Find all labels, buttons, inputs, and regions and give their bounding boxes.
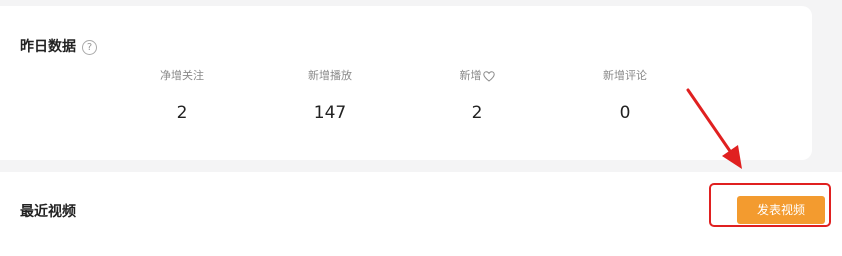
stat-new-comments: 新增评论 0 bbox=[565, 68, 685, 124]
stat-label: 新增评论 bbox=[603, 69, 647, 82]
stat-value: 2 bbox=[176, 103, 188, 123]
yesterday-data-card: 昨日数据 ? 净增关注 2 新增播放 147 新增 2 新增评论 0 bbox=[0, 6, 812, 160]
stat-value: 2 bbox=[471, 103, 483, 123]
stat-label: 净增关注 bbox=[160, 69, 204, 82]
heart-outline-icon bbox=[482, 70, 495, 82]
recent-videos-section: 最近视频 发表视频 bbox=[0, 172, 842, 256]
stat-label-likes: 新增 bbox=[417, 68, 537, 84]
recent-videos-title: 最近视频 bbox=[20, 204, 76, 220]
yesterday-data-title-text: 昨日数据 bbox=[20, 39, 76, 55]
stat-label: 新增 bbox=[459, 69, 482, 82]
stat-value: 0 bbox=[619, 103, 631, 123]
yesterday-data-title: 昨日数据 ? bbox=[20, 37, 97, 57]
publish-video-button[interactable]: 发表视频 bbox=[737, 196, 825, 224]
stat-label: 新增播放 bbox=[308, 69, 352, 82]
page: 昨日数据 ? 净增关注 2 新增播放 147 新增 2 新增评论 0 最近视频 bbox=[0, 0, 842, 256]
stat-new-plays: 新增播放 147 bbox=[270, 68, 390, 124]
stat-net-followers: 净增关注 2 bbox=[122, 68, 242, 124]
stat-new-likes: 新增 2 bbox=[417, 68, 537, 124]
stat-value: 147 bbox=[313, 103, 347, 123]
help-icon[interactable]: ? bbox=[82, 39, 97, 55]
